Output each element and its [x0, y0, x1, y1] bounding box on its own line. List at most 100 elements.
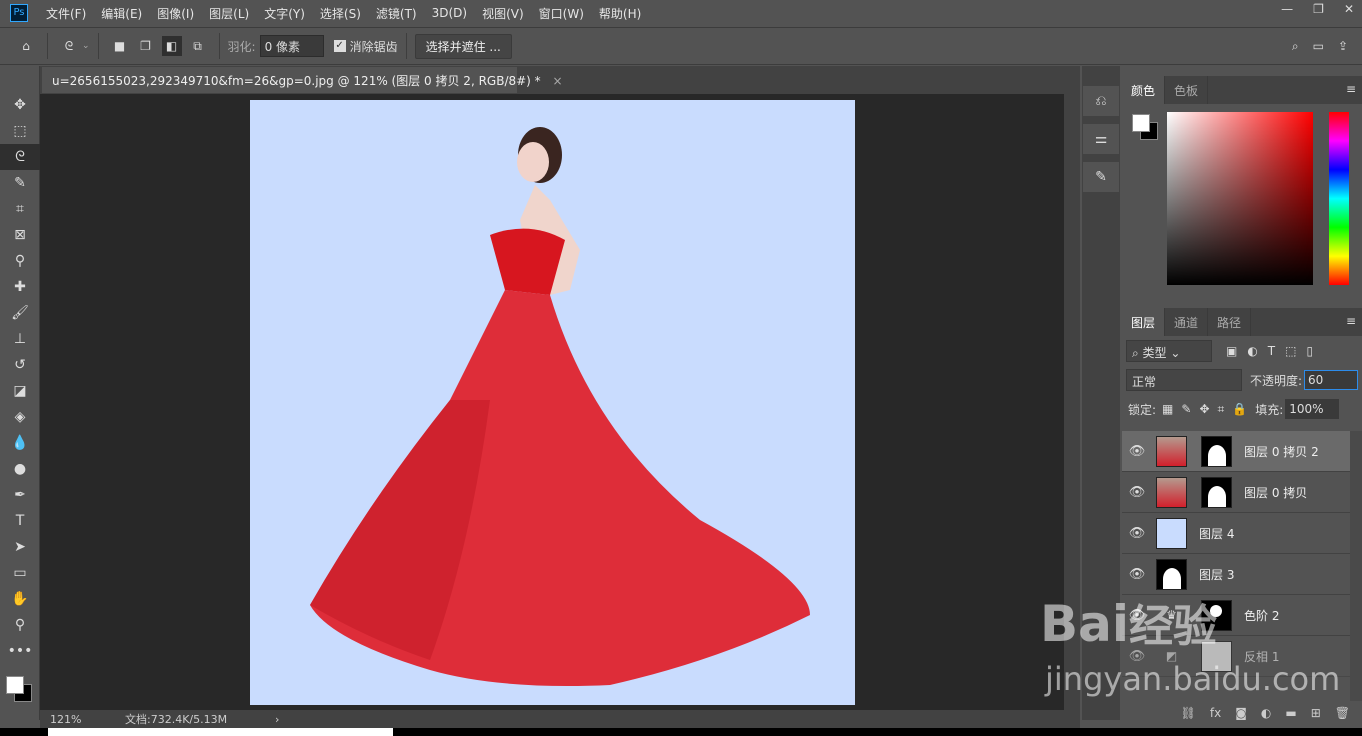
- blur-tool-icon[interactable]: 💧: [0, 430, 40, 456]
- new-layer-icon[interactable]: ⊞: [1311, 706, 1321, 723]
- layer-row[interactable]: 👁 ♛ 色阶 2: [1122, 595, 1350, 636]
- zoom-level[interactable]: 121%: [40, 713, 90, 726]
- lasso-tool-icon[interactable]: ᘓ: [0, 144, 40, 170]
- add-mask-icon[interactable]: ◙: [1235, 706, 1247, 723]
- fx-icon[interactable]: fx: [1210, 706, 1221, 723]
- visibility-eye-icon[interactable]: 👁: [1122, 649, 1152, 664]
- menu-help[interactable]: 帮助(H): [599, 5, 641, 22]
- type-tool-icon[interactable]: T: [0, 508, 40, 534]
- hand-tool-icon[interactable]: ✋: [0, 586, 40, 612]
- layer-filter-select[interactable]: ⌕ 类型 ⌄: [1126, 340, 1212, 362]
- history-icon[interactable]: ⎌: [1083, 86, 1119, 116]
- link-layers-icon[interactable]: ⛓: [1181, 706, 1196, 723]
- delete-layer-icon[interactable]: 🗑: [1335, 706, 1350, 723]
- layer-row[interactable]: 👁 图层 4: [1122, 513, 1350, 554]
- marquee-tool-icon[interactable]: ⬚: [0, 118, 40, 144]
- new-selection-icon[interactable]: ■: [110, 36, 130, 56]
- healing-tool-icon[interactable]: ✚: [0, 274, 40, 300]
- more-tools-icon[interactable]: •••: [0, 638, 40, 664]
- chevron-down-icon[interactable]: ⌄: [82, 41, 90, 51]
- visibility-eye-icon[interactable]: 👁: [1122, 526, 1152, 541]
- new-group-icon[interactable]: ▬: [1285, 706, 1296, 723]
- document-canvas[interactable]: [250, 100, 855, 705]
- panel-menu-icon[interactable]: ≡: [1340, 76, 1362, 104]
- tab-layers[interactable]: 图层: [1122, 308, 1166, 336]
- subtract-selection-icon[interactable]: ◧: [161, 36, 182, 56]
- brush-settings-icon[interactable]: ✎: [1083, 162, 1119, 192]
- layer-row[interactable]: 👁 ◩ 反相 1: [1122, 636, 1350, 677]
- vertical-scrollbar[interactable]: [1064, 94, 1080, 710]
- menu-window[interactable]: 窗口(W): [539, 5, 584, 22]
- home-icon[interactable]: ⌂: [16, 36, 36, 56]
- workspace-icon[interactable]: ▭: [1313, 39, 1324, 54]
- filter-icons[interactable]: ▣◐T⬚▯: [1226, 344, 1323, 358]
- layer-mask-thumbnail[interactable]: [1201, 599, 1232, 631]
- search-icon[interactable]: ⌕: [1292, 39, 1299, 54]
- close-tab-icon[interactable]: ×: [553, 74, 563, 88]
- layer-mask-thumbnail[interactable]: [1201, 435, 1232, 467]
- quick-select-tool-icon[interactable]: ✎: [0, 170, 40, 196]
- frame-tool-icon[interactable]: ⊠: [0, 222, 40, 248]
- move-tool-icon[interactable]: ✥: [0, 92, 40, 118]
- visibility-eye-icon[interactable]: 👁: [1122, 485, 1152, 500]
- document-tab[interactable]: u=2656155023,292349710&fm=26&gp=0.jpg @ …: [42, 67, 563, 93]
- brush-tool-icon[interactable]: 🖌: [0, 300, 40, 326]
- eyedropper-tool-icon[interactable]: ⚲: [0, 248, 40, 274]
- tab-paths[interactable]: 路径: [1208, 308, 1252, 336]
- menu-view[interactable]: 视图(V): [482, 5, 524, 22]
- dodge-tool-icon[interactable]: ●: [0, 456, 40, 482]
- add-selection-icon[interactable]: ❐: [136, 36, 156, 56]
- menu-image[interactable]: 图像(I): [157, 5, 194, 22]
- feather-input[interactable]: 0 像素: [259, 35, 324, 57]
- bucket-tool-icon[interactable]: ◈: [0, 404, 40, 430]
- color-swatches[interactable]: [0, 664, 39, 714]
- tab-color[interactable]: 颜色: [1122, 76, 1166, 104]
- lasso-icon[interactable]: ᘓ: [59, 36, 79, 56]
- intersect-selection-icon[interactable]: ⧉: [188, 36, 208, 56]
- history-brush-icon[interactable]: ↺: [0, 352, 40, 378]
- menu-edit[interactable]: 编辑(E): [101, 5, 142, 22]
- share-icon[interactable]: ⇪: [1338, 39, 1348, 54]
- menu-file[interactable]: 文件(F): [46, 5, 86, 22]
- menu-filter[interactable]: 滤镜(T): [376, 5, 417, 22]
- menu-select[interactable]: 选择(S): [320, 5, 361, 22]
- antialias-checkbox[interactable]: ✓: [333, 40, 346, 52]
- menu-3d[interactable]: 3D(D): [432, 6, 467, 20]
- layer-mask-thumbnail[interactable]: [1201, 476, 1232, 508]
- status-arrow-icon[interactable]: ›: [275, 713, 279, 726]
- pen-tool-icon[interactable]: ✒: [0, 482, 40, 508]
- eraser-tool-icon[interactable]: ◪: [0, 378, 40, 404]
- layer-row[interactable]: 👁 图层 0 拷贝: [1122, 472, 1350, 513]
- foreground-color-swatch[interactable]: [1132, 114, 1150, 132]
- layer-mask-thumbnail[interactable]: [1201, 640, 1232, 672]
- opacity-label: 不透明度:: [1249, 373, 1303, 388]
- fill-input[interactable]: 100%: [1285, 399, 1340, 419]
- zoom-tool-icon[interactable]: ⚲: [0, 612, 40, 638]
- color-picker-field[interactable]: [1167, 112, 1313, 285]
- select-and-mask-button[interactable]: 选择并遮住 ...: [414, 33, 512, 59]
- layer-row[interactable]: 👁 图层 0 拷贝 2: [1122, 431, 1350, 472]
- visibility-eye-icon[interactable]: 👁: [1122, 567, 1152, 582]
- adjustments-icon[interactable]: ⚌: [1083, 124, 1119, 154]
- close-button[interactable]: ✕: [1344, 2, 1354, 16]
- hue-slider[interactable]: [1329, 112, 1349, 285]
- adjustment-layer-icon[interactable]: ◐: [1261, 706, 1271, 723]
- rectangle-tool-icon[interactable]: ▭: [0, 560, 40, 586]
- minimize-button[interactable]: —: [1281, 2, 1293, 16]
- layers-scrollbar[interactable]: [1350, 431, 1362, 701]
- visibility-eye-icon[interactable]: 👁: [1122, 608, 1152, 623]
- visibility-eye-icon[interactable]: 👁: [1122, 444, 1152, 459]
- layer-row[interactable]: 👁 图层 3: [1122, 554, 1350, 595]
- path-select-tool-icon[interactable]: ➤: [0, 534, 40, 560]
- restore-button[interactable]: ❐: [1313, 2, 1324, 16]
- tab-swatches[interactable]: 色板: [1165, 76, 1209, 104]
- tab-channels[interactable]: 通道: [1165, 308, 1209, 336]
- crop-tool-icon[interactable]: ⌗: [0, 196, 40, 222]
- lock-icons[interactable]: ▦✎✥⌗🔒: [1162, 402, 1255, 417]
- menu-type[interactable]: 文字(Y): [264, 5, 305, 22]
- opacity-input[interactable]: 60: [1304, 370, 1358, 390]
- stamp-tool-icon[interactable]: ⊥: [0, 326, 40, 352]
- panel-menu-icon[interactable]: ≡: [1340, 308, 1362, 336]
- menu-layer[interactable]: 图层(L): [209, 5, 249, 22]
- blend-mode-select[interactable]: 正常: [1126, 369, 1242, 391]
